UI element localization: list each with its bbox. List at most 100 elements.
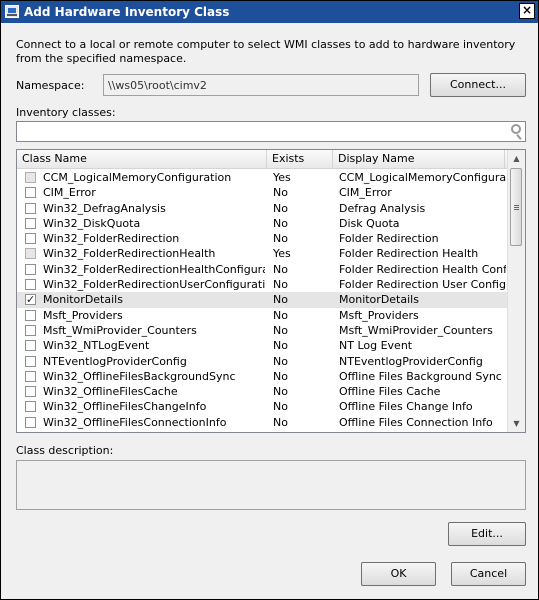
row-checkbox[interactable]: [25, 309, 36, 321]
row-checkbox[interactable]: [25, 416, 36, 428]
cancel-button[interactable]: Cancel: [451, 562, 526, 586]
exists-cell: No: [273, 278, 288, 292]
table-row[interactable]: ✓ MonitorDetails No MonitorDetails: [17, 292, 508, 308]
exists-cell: No: [273, 400, 288, 414]
row-checkbox[interactable]: [25, 340, 36, 352]
column-header-exists[interactable]: Exists: [267, 150, 333, 168]
table-row[interactable]: CCM_LogicalMemoryConfiguration Yes CCM_Log…: [17, 170, 508, 185]
row-checkbox[interactable]: [25, 355, 36, 367]
row-checkbox[interactable]: [25, 386, 36, 398]
exists-cell: No: [273, 354, 288, 368]
exists-cell: No: [273, 216, 288, 230]
title-bar[interactable]: Add Hardware Inventory Class ×: [1, 1, 538, 23]
table-row[interactable]: Win32_OfflineFilesConnectionInfo No Offlin…: [17, 415, 508, 430]
class-name-cell: Win32_OfflineFilesChangeInfo: [43, 400, 207, 414]
row-checkbox[interactable]: [25, 324, 36, 336]
display-name-cell: Folder Redirection Health: [339, 247, 479, 261]
row-checkbox: [25, 172, 36, 183]
class-name-cell: NTEventlogProviderConfig: [43, 354, 187, 368]
exists-cell: Yes: [273, 171, 291, 184]
table-row[interactable]: Win32_DefragAnalysis No Defrag Analysis: [17, 201, 508, 216]
ok-button[interactable]: OK: [361, 562, 436, 586]
row-checkbox[interactable]: ✓: [25, 294, 36, 306]
row-checkbox[interactable]: [25, 187, 36, 199]
scroll-thumb[interactable]: [510, 168, 522, 246]
table-row[interactable]: Win32_FolderRedirectionHealthConfigurati…: [17, 262, 508, 277]
table-row[interactable]: Win32_NTLogEvent No NT Log Event: [17, 338, 508, 353]
table-row[interactable]: Win32_OfflineFilesCache No Offline Files C…: [17, 384, 508, 399]
display-name-cell: Offline Files Background Sync: [339, 369, 502, 383]
display-name-cell: Msft_Providers: [339, 308, 419, 322]
display-name-cell: Msft_WmiProvider_Counters: [339, 323, 493, 337]
class-name-cell: Win32_OfflineFilesBackgroundSync: [43, 369, 236, 383]
scroll-grip: [514, 205, 519, 206]
exists-cell: No: [273, 385, 288, 399]
namespace-label: Namespace:: [16, 79, 85, 92]
class-description-box: [16, 460, 526, 510]
class-name-cell: MonitorDetails: [43, 293, 123, 307]
table-row[interactable]: Win32_FolderRedirectionUserConfiguration…: [17, 277, 508, 292]
class-name-cell: Win32_OfflineFilesCache: [43, 385, 178, 399]
row-checkbox: [25, 248, 36, 260]
scroll-down-icon[interactable]: ▼: [508, 415, 525, 432]
display-name-cell: Folder Redirection Health Config: [339, 262, 506, 276]
row-checkbox[interactable]: [25, 202, 36, 214]
edit-button[interactable]: Edit...: [448, 522, 526, 546]
row-checkbox[interactable]: [25, 279, 36, 291]
class-name-cell: Win32_DiskQuota: [43, 216, 141, 230]
column-header-class-name[interactable]: Class Name: [17, 150, 267, 168]
display-name-cell: NTEventlogProviderConfig: [339, 354, 483, 368]
table-row[interactable]: Win32_FolderRedirectionHealth Yes Folder R…: [17, 246, 508, 261]
connect-button[interactable]: Connect...: [430, 73, 526, 97]
table-row[interactable]: Msft_WmiProvider_Counters No Msft_WmiProvi…: [17, 323, 508, 338]
display-name-cell: CIM_Error: [339, 186, 392, 200]
class-name-cell: CIM_Error: [43, 186, 96, 200]
inventory-classes-label: Inventory classes:: [16, 106, 116, 119]
exists-cell: No: [273, 308, 288, 322]
inventory-search-input[interactable]: [16, 121, 526, 142]
display-name-cell: Offline Files Change Info: [339, 400, 473, 414]
dialog-description: Connect to a local or remote computer to…: [16, 38, 516, 65]
row-checkbox[interactable]: [25, 217, 36, 229]
inventory-class-list[interactable]: Class Name Exists Display Name CCM_Logic…: [16, 149, 526, 433]
class-name-cell: Win32_DefragAnalysis: [43, 201, 166, 215]
class-name-cell: Win32_FolderRedirectionUserConfiguration: [43, 278, 265, 292]
search-icon[interactable]: [511, 124, 521, 134]
row-checkbox[interactable]: [25, 263, 36, 275]
window-title: Add Hardware Inventory Class: [24, 5, 230, 19]
class-description-label: Class description:: [16, 444, 114, 457]
table-row[interactable]: Win32_FolderRedirection No Folder Redirect…: [17, 231, 508, 246]
display-name-cell: Folder Redirection: [339, 232, 439, 246]
table-row[interactable]: Win32_DiskQuota No Disk Quota: [17, 216, 508, 231]
row-checkbox[interactable]: [25, 401, 36, 413]
column-header-display-name[interactable]: Display Name: [333, 150, 505, 168]
close-icon[interactable]: ×: [519, 3, 535, 19]
dialog-window: Add Hardware Inventory Class × Connect t…: [0, 0, 539, 600]
class-name-cell: Msft_WmiProvider_Counters: [43, 323, 197, 337]
row-checkbox[interactable]: [25, 370, 36, 382]
class-name-cell: CCM_LogicalMemoryConfiguration: [43, 171, 232, 184]
display-name-cell: Defrag Analysis: [339, 201, 426, 215]
table-row[interactable]: Msft_Providers No Msft_Providers: [17, 308, 508, 323]
exists-cell: No: [273, 339, 288, 353]
class-name-cell: Win32_FolderRedirectionHealthConfigurati…: [43, 262, 265, 276]
exists-cell: No: [273, 293, 288, 307]
exists-cell: No: [273, 201, 288, 215]
table-row[interactable]: Win32_OfflineFilesBackgroundSync No Offlin…: [17, 369, 508, 384]
exists-cell: No: [273, 415, 288, 429]
list-header: Class Name Exists Display Name: [17, 150, 508, 169]
exists-cell: No: [273, 186, 288, 200]
row-checkbox[interactable]: [25, 233, 36, 245]
display-name-cell: CCM_LogicalMemoryConfiguratio: [339, 171, 506, 184]
display-name-cell: Offline Files Cache: [339, 385, 441, 399]
class-name-cell: Win32_NTLogEvent: [43, 339, 150, 353]
class-name-cell: Win32_FolderRedirectionHealth: [43, 247, 216, 261]
table-row[interactable]: CIM_Error No CIM_Error: [17, 185, 508, 200]
table-row[interactable]: NTEventlogProviderConfig No NTEventlogProv…: [17, 354, 508, 369]
exists-cell: Yes: [273, 247, 291, 261]
scroll-up-icon[interactable]: ▲: [508, 150, 525, 167]
table-row[interactable]: Win32_OfflineFilesChangeInfo No Offline Fi…: [17, 399, 508, 414]
vertical-scrollbar[interactable]: ▲ ▼: [507, 150, 525, 432]
exists-cell: No: [273, 232, 288, 246]
namespace-field: \\ws05\root\cimv2: [103, 74, 419, 96]
